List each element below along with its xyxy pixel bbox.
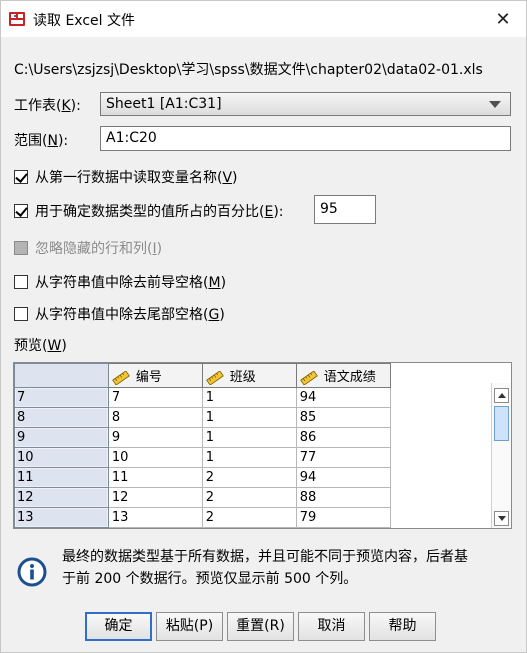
type-percent-checkbox[interactable]	[14, 204, 28, 218]
ruler-icon	[299, 370, 318, 385]
table-row: 13 13 2 79	[14, 507, 492, 528]
option-trim-trailing[interactable]: 从字符串值中除去尾部空格(G)	[14, 304, 225, 324]
title-bar: 读取 Excel 文件 ✕	[1, 1, 526, 37]
read-var-names-label: 从第一行数据中读取变量名称(V)	[35, 170, 238, 186]
read-excel-dialog: 读取 Excel 文件 ✕ C:\Users\zsjzsj\Desktop\学习…	[0, 0, 527, 653]
table-cell[interactable]: 13	[107, 507, 203, 528]
column-header[interactable]: 语文成绩	[295, 363, 391, 388]
table-cell[interactable]: 79	[295, 507, 391, 528]
row-number[interactable]: 10	[14, 447, 109, 468]
worksheet-value: Sheet1 [A1:C31]	[106, 96, 222, 112]
table-row: 9 9 1 86	[14, 427, 492, 448]
file-path: C:\Users\zsjzsj\Desktop\学习\spss\数据文件\cha…	[14, 62, 483, 78]
table-cell[interactable]: 77	[295, 447, 391, 468]
row-number[interactable]: 8	[14, 407, 109, 428]
reset-button[interactable]: 重置(R)	[227, 612, 294, 641]
option-trim-leading[interactable]: 从字符串值中除去前导空格(M)	[14, 272, 226, 292]
table-cell[interactable]: 94	[295, 467, 391, 488]
table-cell[interactable]: 10	[107, 447, 203, 468]
trim-trailing-label: 从字符串值中除去尾部空格(G)	[35, 307, 225, 323]
empty-cell	[389, 387, 492, 408]
table-cell[interactable]: 8	[107, 407, 203, 428]
table-cell[interactable]: 94	[295, 387, 391, 408]
table-cell[interactable]: 85	[295, 407, 391, 428]
row-number[interactable]: 11	[14, 467, 109, 488]
empty-cell	[389, 427, 492, 448]
table-row: 10 10 1 77	[14, 447, 492, 468]
table-cell[interactable]: 1	[201, 427, 297, 448]
table-cell[interactable]: 2	[201, 507, 297, 528]
option-type-percent[interactable]: 用于确定数据类型的值所占的百分比(E):	[14, 201, 284, 221]
preview-table-wrap: 编号 班级 语文成绩 7 7 1 94 8 8 1 85 9 9 1 86 10…	[14, 363, 492, 528]
table-cell[interactable]: 1	[201, 387, 297, 408]
table-cell[interactable]: 12	[107, 487, 203, 508]
info-message: 最终的数据类型基于所有数据，并且可能不同于预览内容，后者基 于前 200 个数据…	[62, 546, 517, 590]
empty-cell	[389, 447, 492, 468]
empty-cell	[389, 467, 492, 488]
option-ignore-hidden: 忽略隐藏的行和列(I)	[14, 238, 162, 258]
empty-cell	[389, 407, 492, 428]
empty-header	[389, 363, 492, 388]
info-line-1: 最终的数据类型基于所有数据，并且可能不同于预览内容，后者基	[62, 549, 468, 565]
row-number[interactable]: 9	[14, 427, 109, 448]
table-cell[interactable]: 88	[295, 487, 391, 508]
table-cell[interactable]: 2	[201, 487, 297, 508]
worksheet-select[interactable]: Sheet1 [A1:C31]	[100, 92, 511, 116]
table-cell[interactable]: 2	[201, 467, 297, 488]
ruler-icon	[112, 370, 130, 385]
preview-table: 编号 班级 语文成绩 7 7 1 94 8 8 1 85 9 9 1 86 10…	[14, 363, 492, 528]
ruler-icon	[205, 370, 224, 385]
range-input[interactable]: A1:C20	[100, 126, 511, 151]
empty-cell	[389, 487, 492, 508]
preview-header-row: 编号 班级 语文成绩	[14, 363, 492, 388]
row-number[interactable]: 7	[14, 387, 109, 408]
info-icon	[17, 557, 47, 587]
scroll-thumb[interactable]	[494, 406, 509, 441]
ignore-hidden-checkbox	[14, 241, 28, 255]
scroll-down-icon[interactable]	[494, 511, 509, 526]
table-cell[interactable]: 86	[295, 427, 391, 448]
empty-cell	[389, 507, 492, 528]
preview-label: 预览(W)	[14, 338, 67, 354]
help-button[interactable]: 帮助	[369, 612, 436, 641]
table-row: 11 11 2 94	[14, 467, 492, 488]
table-row: 7 7 1 94	[14, 387, 492, 408]
info-line-2: 于前 200 个数据行。预览仅显示前 500 个列。	[62, 571, 358, 587]
vertical-scrollbar[interactable]	[491, 383, 511, 528]
worksheet-label: 工作表(K):	[14, 98, 81, 114]
scroll-up-icon[interactable]	[494, 388, 509, 403]
table-cell[interactable]: 1	[201, 407, 297, 428]
table-cell[interactable]: 11	[107, 467, 203, 488]
spss-app-icon	[9, 12, 25, 26]
read-var-names-checkbox[interactable]	[14, 170, 28, 184]
ok-button[interactable]: 确定	[85, 612, 152, 641]
trim-trailing-checkbox[interactable]	[14, 307, 28, 321]
trim-leading-label: 从字符串值中除去前导空格(M)	[35, 275, 227, 291]
table-cell[interactable]: 9	[107, 427, 203, 448]
table-row: 8 8 1 85	[14, 407, 492, 428]
grid-corner	[14, 363, 109, 388]
row-number[interactable]: 13	[14, 507, 109, 528]
window-title: 读取 Excel 文件	[33, 13, 135, 29]
column-header[interactable]: 班级	[201, 363, 297, 388]
close-icon: ✕	[495, 8, 511, 30]
paste-button[interactable]: 粘贴(P)	[156, 612, 223, 641]
preview-grid[interactable]: 编号 班级 语文成绩 7 7 1 94 8 8 1 85 9 9 1 86 10…	[13, 362, 512, 529]
trim-leading-checkbox[interactable]	[14, 275, 28, 289]
range-label: 范围(N):	[14, 133, 69, 149]
table-row: 12 12 2 88	[14, 487, 492, 508]
type-percent-input[interactable]: 95	[314, 195, 376, 224]
close-button[interactable]: ✕	[486, 5, 520, 33]
table-cell[interactable]: 1	[201, 447, 297, 468]
ignore-hidden-label: 忽略隐藏的行和列(I)	[35, 241, 163, 257]
cancel-button[interactable]: 取消	[298, 612, 365, 641]
column-header[interactable]: 编号	[107, 363, 203, 388]
chevron-down-icon	[489, 101, 501, 108]
table-cell[interactable]: 7	[107, 387, 203, 408]
type-percent-label: 用于确定数据类型的值所占的百分比(E):	[35, 204, 284, 220]
option-read-var-names[interactable]: 从第一行数据中读取变量名称(V)	[14, 167, 238, 187]
row-number[interactable]: 12	[14, 487, 109, 508]
